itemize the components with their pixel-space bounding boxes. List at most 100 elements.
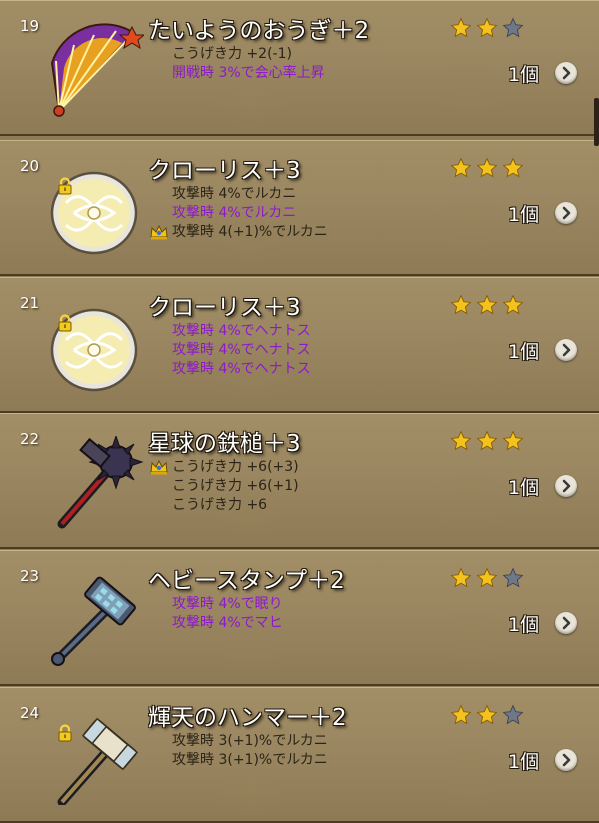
rarity-stars	[450, 567, 524, 589]
stat-line: 開戦時 3%で会心率上昇	[150, 64, 325, 83]
equipment-list: 19 たいようのおうぎ＋2 こうげき力 +2(-1) 開戦時 3%で会心率上昇 1個 2…	[0, 0, 599, 823]
stat-line: こうげき力 +2(-1)	[150, 45, 325, 64]
star-filled-icon	[476, 17, 498, 39]
rarity-stars	[450, 17, 524, 39]
star-empty-icon	[502, 567, 524, 589]
row-number: 24	[20, 704, 40, 722]
item-count: 1個	[508, 614, 540, 636]
item-name: 星球の鉄槌＋3	[148, 431, 301, 457]
row-number: 19	[20, 17, 40, 35]
stat-text: 攻撃時 3(+1)%でルカニ	[172, 733, 328, 749]
star-filled-icon	[450, 294, 472, 316]
stat-list: こうげき力 +2(-1) 開戦時 3%で会心率上昇	[150, 45, 325, 83]
stat-text: 攻撃時 4(+1)%でルカニ	[172, 224, 328, 240]
equipment-row[interactable]: 24 輝天のハンマー＋2 攻撃時 3(+1)%でルカニ 攻撃時 3(+1)%でルカニ…	[0, 687, 599, 823]
stat-text: 攻撃時 4%でマヒ	[172, 615, 283, 631]
star-filled-icon	[502, 294, 524, 316]
star-filled-icon	[476, 157, 498, 179]
lock-icon	[56, 314, 72, 332]
stat-line: 攻撃時 3(+1)%でルカニ	[150, 751, 328, 770]
equipment-row[interactable]: 20 クローリス＋3 攻撃時 4%でルカニ 攻撃時 4%でルカニ 攻撃時 4(+1)%…	[0, 140, 599, 276]
stat-list: こうげき力 +6(+3) こうげき力 +6(+1) こうげき力 +6	[150, 458, 299, 515]
star-filled-icon	[476, 430, 498, 452]
crown-icon	[150, 224, 168, 240]
equipment-row[interactable]: 19 たいようのおうぎ＋2 こうげき力 +2(-1) 開戦時 3%で会心率上昇 1個	[0, 0, 599, 136]
stat-line: こうげき力 +6(+3)	[150, 458, 299, 477]
stat-text: こうげき力 +6	[172, 497, 268, 513]
stat-line: 攻撃時 3(+1)%でルカニ	[150, 732, 328, 751]
star-filled-icon	[502, 157, 524, 179]
item-count: 1個	[508, 751, 540, 773]
morning-star-hammer-icon	[44, 434, 144, 531]
chevron-right-icon[interactable]	[555, 202, 577, 224]
item-name: 輝天のハンマー＋2	[148, 705, 347, 731]
star-filled-icon	[450, 704, 472, 726]
star-filled-icon	[450, 157, 472, 179]
stat-line: 攻撃時 4%でヘナトス	[150, 322, 311, 341]
item-count: 1個	[508, 477, 540, 499]
scroll-indicator[interactable]	[594, 98, 599, 146]
rarity-stars	[450, 430, 524, 452]
stat-text: 攻撃時 4%で眠り	[172, 596, 283, 612]
stat-text: 攻撃時 4%でヘナトス	[172, 361, 311, 377]
star-filled-icon	[502, 430, 524, 452]
stat-line: 攻撃時 4%で眠り	[150, 595, 283, 614]
item-name: クローリス＋3	[148, 295, 301, 321]
item-count: 1個	[508, 64, 540, 86]
row-number: 20	[20, 157, 40, 175]
stat-text: 攻撃時 4%でルカニ	[172, 205, 297, 221]
crown-icon	[150, 459, 168, 475]
item-name: たいようのおうぎ＋2	[148, 18, 370, 44]
chevron-right-icon[interactable]	[555, 612, 577, 634]
equipment-row[interactable]: 23 ヘビースタンプ＋2 攻撃時 4%で眠り 攻撃時 4%でマヒ 1個	[0, 550, 599, 686]
sun-fan-icon	[44, 23, 146, 118]
stat-list: 攻撃時 4%で眠り 攻撃時 4%でマヒ	[150, 595, 283, 633]
heavy-stamp-hammer-icon	[44, 573, 144, 668]
equipment-row[interactable]: 21 クローリス＋3 攻撃時 4%でヘナトス 攻撃時 4%でヘナトス 攻撃時 4%でヘ…	[0, 277, 599, 413]
stat-text: 攻撃時 4%でヘナトス	[172, 342, 311, 358]
row-number: 22	[20, 430, 40, 448]
stat-line: 攻撃時 4%でルカニ	[150, 204, 328, 223]
stat-list: 攻撃時 4%でヘナトス 攻撃時 4%でヘナトス 攻撃時 4%でヘナトス	[150, 322, 311, 379]
star-filled-icon	[450, 567, 472, 589]
stat-line: こうげき力 +6(+1)	[150, 477, 299, 496]
star-filled-icon	[476, 704, 498, 726]
item-count: 1個	[508, 341, 540, 363]
chevron-right-icon[interactable]	[555, 62, 577, 84]
row-number: 21	[20, 294, 40, 312]
stat-text: 攻撃時 4%でヘナトス	[172, 323, 311, 339]
item-name: ヘビースタンプ＋2	[148, 568, 345, 594]
stat-text: 攻撃時 3(+1)%でルカニ	[172, 752, 328, 768]
stat-text: こうげき力 +6(+3)	[172, 459, 299, 475]
stat-text: 攻撃時 4%でルカニ	[172, 186, 297, 202]
rarity-stars	[450, 157, 524, 179]
star-filled-icon	[476, 567, 498, 589]
stat-line: 攻撃時 4%でルカニ	[150, 185, 328, 204]
chevron-right-icon[interactable]	[555, 749, 577, 771]
equipment-row[interactable]: 22 星球の鉄槌＋3 こうげき力 +6(+3) こうげき力 +6(+1) こうげき力 …	[0, 413, 599, 549]
item-name: クローリス＋3	[148, 158, 301, 184]
row-number: 23	[20, 567, 40, 585]
stat-line: 攻撃時 4(+1)%でルカニ	[150, 223, 328, 242]
stat-text: こうげき力 +6(+1)	[172, 478, 299, 494]
lock-icon	[56, 177, 72, 195]
star-filled-icon	[476, 294, 498, 316]
star-empty-icon	[502, 704, 524, 726]
star-filled-icon	[450, 430, 472, 452]
stat-line: 攻撃時 4%でヘナトス	[150, 341, 311, 360]
stat-text: 開戦時 3%で会心率上昇	[172, 65, 325, 81]
rarity-stars	[450, 294, 524, 316]
chevron-right-icon[interactable]	[555, 475, 577, 497]
item-count: 1個	[508, 204, 540, 226]
rarity-stars	[450, 704, 524, 726]
star-empty-icon	[502, 17, 524, 39]
lock-icon	[56, 724, 72, 742]
star-filled-icon	[450, 17, 472, 39]
chevron-right-icon[interactable]	[555, 339, 577, 361]
stat-line: 攻撃時 4%でヘナトス	[150, 360, 311, 379]
stat-list: 攻撃時 4%でルカニ 攻撃時 4%でルカニ攻撃時 4(+1)%でルカニ	[150, 185, 328, 242]
stat-text: こうげき力 +2(-1)	[172, 46, 292, 62]
stat-line: こうげき力 +6	[150, 496, 299, 515]
stat-line: 攻撃時 4%でマヒ	[150, 614, 283, 633]
stat-list: 攻撃時 3(+1)%でルカニ 攻撃時 3(+1)%でルカニ	[150, 732, 328, 770]
